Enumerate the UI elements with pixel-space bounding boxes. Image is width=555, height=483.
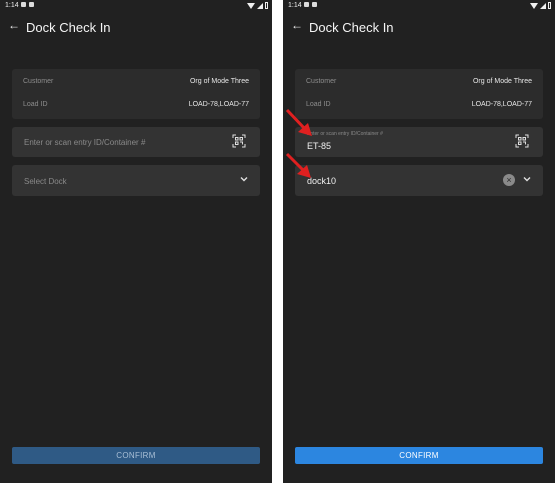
annotation-arrow-dock: [285, 152, 311, 178]
qr-scan-icon[interactable]: [232, 134, 246, 148]
system-icons: [247, 2, 268, 9]
entry-id-placeholder: Enter or scan entry ID/Container #: [24, 138, 146, 147]
status-time: 1:14: [288, 2, 302, 9]
notification-icons: [21, 2, 34, 7]
notification-icons: [304, 2, 317, 7]
page-title: Dock Check In: [26, 20, 111, 35]
wifi-icon: [530, 2, 538, 9]
signal-icon: [257, 2, 263, 9]
system-icons: [530, 2, 551, 9]
dock-select[interactable]: dock10 ×: [295, 165, 543, 196]
load-id-label: Load ID: [306, 101, 331, 108]
customer-value: Org of Mode Three: [472, 78, 532, 85]
status-time: 1:14: [5, 2, 19, 9]
status-bar: 1:14: [0, 0, 272, 12]
load-id-row: Load ID LOAD-78,LOAD-77: [295, 95, 543, 115]
back-arrow-icon[interactable]: ←: [291, 18, 303, 32]
shipment-info-card: Customer Org of Mode Three Load ID LOAD-…: [295, 69, 543, 119]
clear-icon[interactable]: ×: [503, 174, 515, 186]
customer-label: Customer: [23, 78, 54, 85]
annotation-arrow-entry: [285, 108, 312, 136]
page-title: Dock Check In: [309, 20, 394, 35]
app-bar: ← Dock Check In: [0, 14, 272, 44]
load-id-label: Load ID: [23, 101, 48, 108]
chevron-down-icon[interactable]: [522, 174, 532, 184]
app-bar: ← Dock Check In: [283, 14, 555, 44]
entry-id-input[interactable]: Enter or scan entry ID/Container # ET-85: [295, 127, 543, 157]
wifi-icon: [247, 2, 255, 9]
dock-placeholder: Select Dock: [24, 177, 67, 186]
dock-select[interactable]: Select Dock: [12, 165, 260, 196]
entry-id-floating-label: Enter or scan entry ID/Container #: [307, 131, 383, 137]
load-id-row: Load ID LOAD-78,LOAD-77: [12, 95, 260, 115]
load-id-value: LOAD-78,LOAD-77: [471, 101, 532, 108]
customer-row: Customer Org of Mode Three: [12, 72, 260, 92]
screen-after: 1:14 ← Dock Check In Customer Org of Mod…: [283, 0, 555, 483]
customer-row: Customer Org of Mode Three: [295, 72, 543, 92]
battery-icon: [265, 2, 268, 9]
chevron-down-icon[interactable]: [239, 174, 249, 184]
screen-before: 1:14 ← Dock Check In Customer Org of Mod…: [0, 0, 272, 483]
load-id-value: LOAD-78,LOAD-77: [188, 101, 249, 108]
entry-id-value: ET-85: [307, 141, 332, 151]
shipment-info-card: Customer Org of Mode Three Load ID LOAD-…: [12, 69, 260, 119]
qr-scan-icon[interactable]: [515, 134, 529, 148]
confirm-button[interactable]: CONFIRM: [295, 447, 543, 464]
customer-value: Org of Mode Three: [189, 78, 249, 85]
signal-icon: [540, 2, 546, 9]
entry-id-input[interactable]: Enter or scan entry ID/Container #: [12, 127, 260, 157]
back-arrow-icon[interactable]: ←: [8, 18, 20, 32]
confirm-button[interactable]: CONFIRM: [12, 447, 260, 464]
status-bar: 1:14: [283, 0, 555, 12]
battery-icon: [548, 2, 551, 9]
customer-label: Customer: [306, 78, 337, 85]
